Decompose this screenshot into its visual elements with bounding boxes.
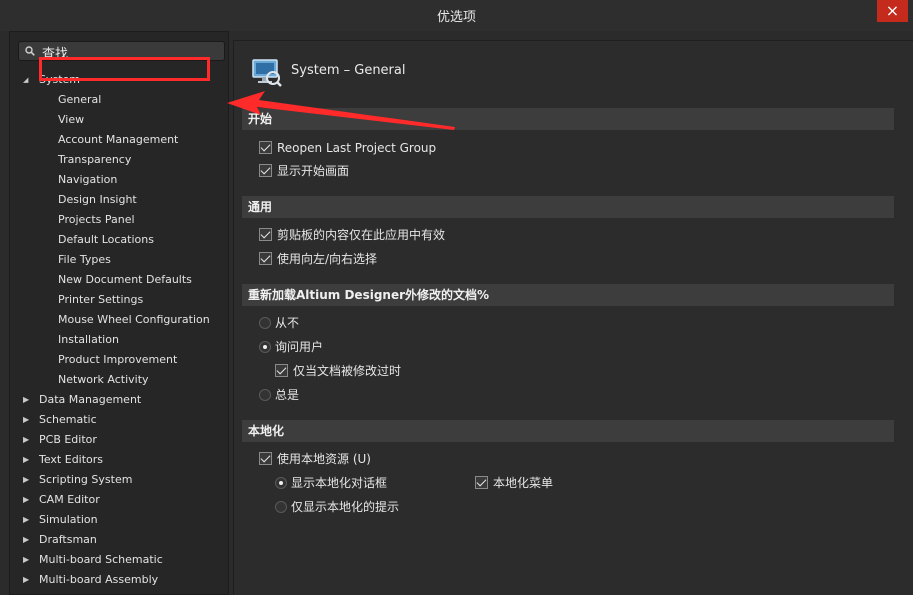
close-button[interactable]: × xyxy=(877,0,908,22)
tree-item-label: File Types xyxy=(58,253,111,266)
radio-button[interactable] xyxy=(259,389,271,401)
expand-right-icon[interactable]: ▶ xyxy=(23,450,33,470)
section-reload: 重新加载Altium Designer外修改的文档% xyxy=(242,284,894,306)
tree-item-new-document-defaults[interactable]: New Document Defaults xyxy=(10,270,228,290)
tree-item-cam-editor[interactable]: ▶ CAM Editor xyxy=(10,490,228,510)
tree-item-label: Default Locations xyxy=(58,233,154,246)
radio-button[interactable] xyxy=(275,501,287,513)
tree-item-mouse-wheel-configuration[interactable]: Mouse Wheel Configuration xyxy=(10,310,228,330)
checkbox-box[interactable] xyxy=(275,364,288,377)
tree-item-label: Design Insight xyxy=(58,193,137,206)
tree-item-default-locations[interactable]: Default Locations xyxy=(10,230,228,250)
tree-item-network-activity[interactable]: Network Activity xyxy=(10,370,228,390)
checkbox-box[interactable] xyxy=(259,228,272,241)
tree-item-schematic[interactable]: ▶ Schematic xyxy=(10,410,228,430)
tree-item-label: Scripting System xyxy=(39,473,133,486)
system-general-icon xyxy=(252,59,282,87)
tree-item-label: Projects Panel xyxy=(58,213,135,226)
expand-right-icon[interactable]: ▶ xyxy=(23,390,33,410)
checkbox-box[interactable] xyxy=(259,164,272,177)
tree-item-general[interactable]: General xyxy=(10,90,228,110)
radio-button[interactable] xyxy=(259,341,271,353)
tree-item-data-management[interactable]: ▶ Data Management xyxy=(10,390,228,410)
tree-item-transparency[interactable]: Transparency xyxy=(10,150,228,170)
selection-highlight-box xyxy=(39,57,210,81)
tree-item-view[interactable]: View xyxy=(10,110,228,130)
checkbox-box[interactable] xyxy=(259,452,272,465)
tree-item-design-insight[interactable]: Design Insight xyxy=(10,190,228,210)
expand-right-icon[interactable]: ▶ xyxy=(23,410,33,430)
radio-button[interactable] xyxy=(275,477,287,489)
tree-item-label: CAM Editor xyxy=(39,493,100,506)
tree-item-product-improvement[interactable]: Product Improvement xyxy=(10,350,228,370)
annotation-arrow xyxy=(227,91,455,130)
tree-item-label: PCB Editor xyxy=(39,433,97,446)
tree-item-label: General xyxy=(58,93,102,106)
tree-item-label: Schematic xyxy=(39,413,97,426)
checkbox-box[interactable] xyxy=(259,252,272,265)
checkbox-box[interactable] xyxy=(259,141,272,154)
search-icon xyxy=(25,46,35,56)
tree-item-label: Data Management xyxy=(39,393,142,406)
tree-item-label: Simulation xyxy=(39,513,98,526)
section-general: 通用 xyxy=(242,196,894,218)
tree-item-multi-board-schematic[interactable]: ▶ Multi-board Schematic xyxy=(10,550,228,570)
tree-item-label: Account Management xyxy=(58,133,179,146)
tree-item-label: Product Improvement xyxy=(58,353,178,366)
tree-item-label: New Document Defaults xyxy=(58,273,192,286)
section-localization: 本地化 xyxy=(242,420,894,442)
expand-right-icon[interactable]: ▶ xyxy=(23,470,33,490)
tree-item-installation[interactable]: Installation xyxy=(10,330,228,350)
window-title: 优选项 xyxy=(436,10,476,25)
tree-item-label: Navigation xyxy=(58,173,118,186)
tree-item-label: Transparency xyxy=(58,153,132,166)
tree-item-label: Multi-board Schematic xyxy=(39,553,163,566)
tree-item-account-management[interactable]: Account Management xyxy=(10,130,228,150)
expand-down-icon[interactable]: ◢ xyxy=(23,70,33,90)
tree-item-label: Draftsman xyxy=(39,533,97,546)
tree-item-multi-board-assembly[interactable]: ▶ Multi-board Assembly xyxy=(10,570,228,590)
expand-right-icon[interactable]: ▶ xyxy=(23,570,33,590)
expand-right-icon[interactable]: ▶ xyxy=(23,510,33,530)
tree-item-text-editors[interactable]: ▶ Text Editors xyxy=(10,450,228,470)
tree-item-label: Text Editors xyxy=(39,453,104,466)
tree-item-navigation[interactable]: Navigation xyxy=(10,170,228,190)
tree-item-label: Network Activity xyxy=(58,373,149,386)
tree-item-label: Installation xyxy=(58,333,119,346)
tree-item-label: View xyxy=(58,113,85,126)
navigation-panel: 查找 ◢ System General View Account Management T… xyxy=(9,31,229,595)
page-title: System – General xyxy=(291,63,406,78)
checkbox-box[interactable] xyxy=(475,476,488,489)
expand-right-icon[interactable]: ▶ xyxy=(23,530,33,550)
tree-item-draftsman[interactable]: ▶ Draftsman xyxy=(10,530,228,550)
tree-item-simulation[interactable]: ▶ Simulation xyxy=(10,510,228,530)
expand-right-icon[interactable]: ▶ xyxy=(23,430,33,450)
tree-item-label: Printer Settings xyxy=(58,293,144,306)
tree-item-printer-settings[interactable]: Printer Settings xyxy=(10,290,228,310)
radio-button[interactable] xyxy=(259,317,271,329)
tree-item-label: Mouse Wheel Configuration xyxy=(58,313,210,326)
expand-right-icon[interactable]: ▶ xyxy=(23,490,33,510)
tree-item-pcb-editor[interactable]: ▶ PCB Editor xyxy=(10,430,228,450)
tree-item-file-types[interactable]: File Types xyxy=(10,250,228,270)
tree-item-projects-panel[interactable]: Projects Panel xyxy=(10,210,228,230)
title-bar: 优选项 × xyxy=(0,0,913,31)
tree-item-label: Multi-board Assembly xyxy=(39,573,159,586)
tree-item-scripting-system[interactable]: ▶ Scripting System xyxy=(10,470,228,490)
expand-right-icon[interactable]: ▶ xyxy=(23,550,33,570)
